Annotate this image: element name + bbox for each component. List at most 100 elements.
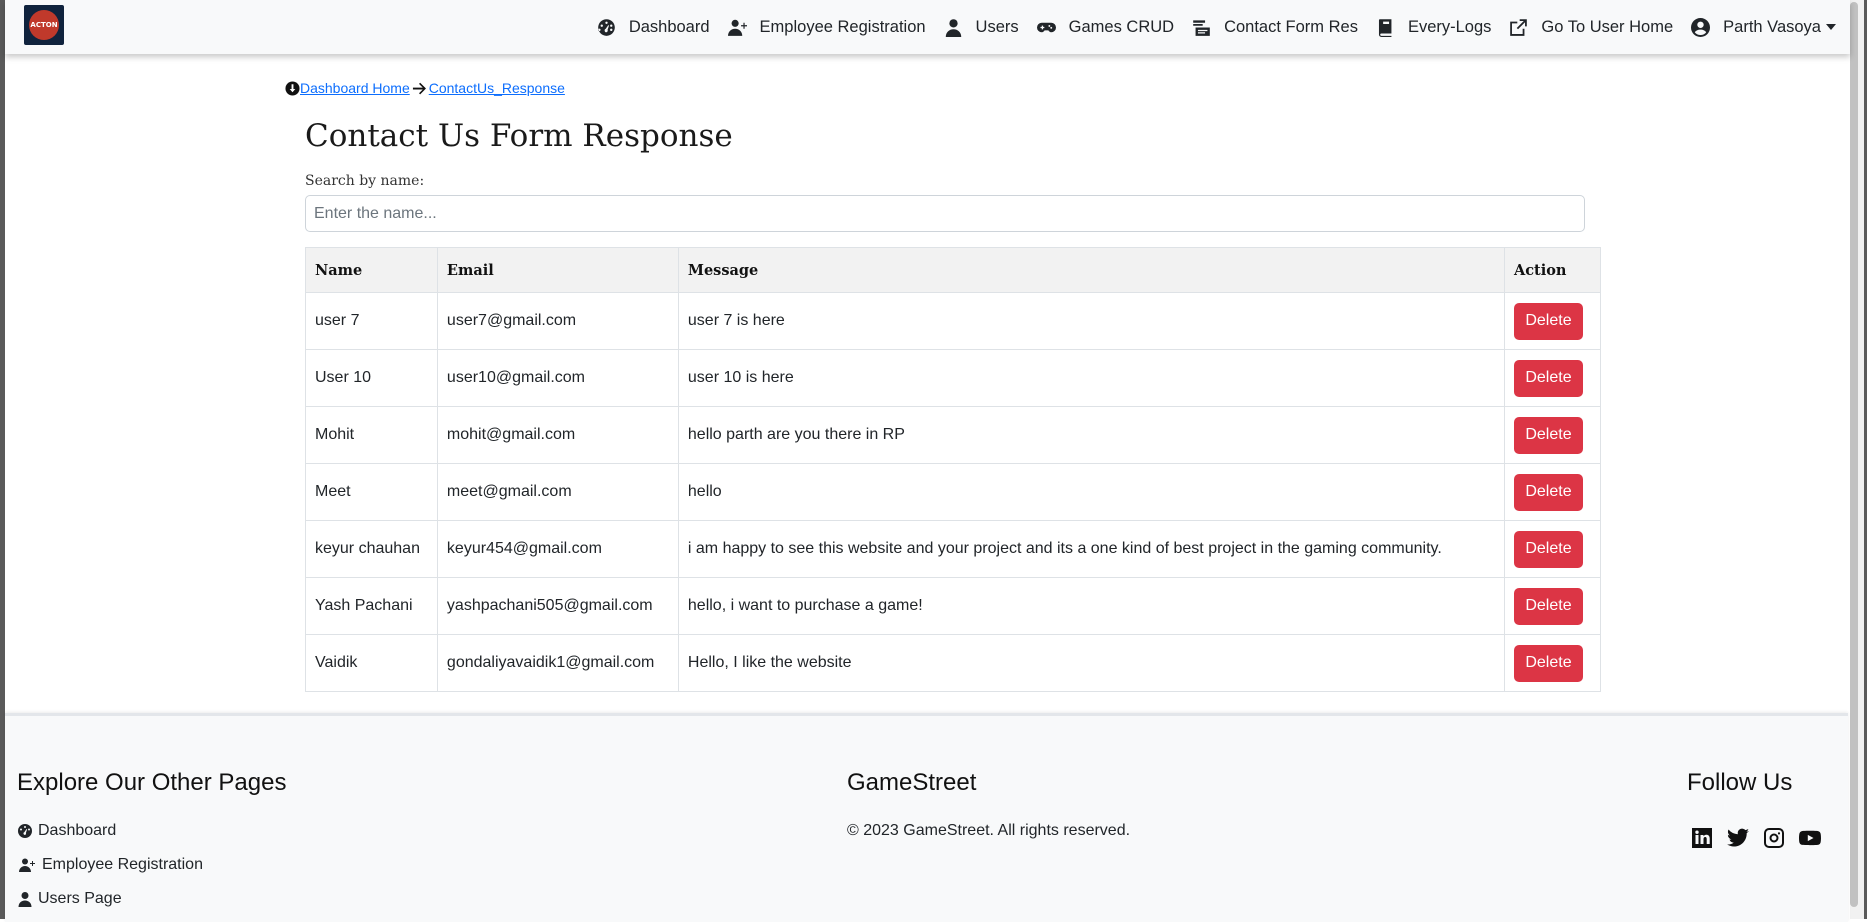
table-row: Yash Pachani yashpachani505@gmail.com he… bbox=[305, 577, 1602, 635]
youtube-icon[interactable] bbox=[1798, 826, 1822, 854]
cell-email: meet@gmail.com bbox=[436, 463, 679, 521]
cell-action: Delete bbox=[1503, 520, 1602, 578]
nav-item-go-to-user-home[interactable]: Go To User Home bbox=[1509, 18, 1673, 37]
cell-email: gondaliyavaidik1@gmail.com bbox=[436, 634, 679, 692]
page-title: Contact Us Form Response bbox=[305, 118, 733, 154]
chevron-down-icon bbox=[1826, 24, 1836, 30]
user-icon bbox=[18, 892, 32, 907]
footer-link-label: Users Page bbox=[38, 890, 122, 907]
cell-message: user 7 is here bbox=[677, 292, 1505, 350]
dashboard-gauge-icon bbox=[598, 18, 615, 36]
footer-link-label: Dashboard bbox=[38, 822, 117, 839]
book-icon bbox=[1378, 18, 1392, 37]
table-row: User 10 user10@gmail.com user 10 is here… bbox=[305, 349, 1602, 407]
cell-name: Yash Pachani bbox=[305, 577, 438, 635]
table-row: Mohit mohit@gmail.com hello parth are yo… bbox=[305, 406, 1602, 464]
scrollbar-thumb[interactable] bbox=[1850, 2, 1858, 907]
breadcrumb: Dashboard Home ContactUs_Response bbox=[285, 80, 565, 96]
nav-item-every-logs[interactable]: Every-Logs bbox=[1376, 18, 1491, 37]
copyright-text: © 2023 GameStreet. All rights reserved. bbox=[847, 822, 1131, 839]
breadcrumb-contactus-response-link[interactable]: ContactUs_Response bbox=[429, 80, 565, 96]
nav-menu: Dashboard Employee Registration Users Ga… bbox=[579, 0, 1836, 54]
user-plus-icon bbox=[19, 858, 35, 872]
cell-name: Meet bbox=[305, 463, 438, 521]
column-header-action: Action bbox=[1503, 247, 1602, 293]
arrow-circle-down-icon bbox=[285, 80, 300, 96]
gamepad-icon bbox=[1036, 22, 1056, 32]
footer-link-dashboard[interactable]: Dashboard bbox=[17, 822, 116, 840]
user-plus-icon bbox=[727, 19, 747, 36]
delete-button[interactable]: Delete bbox=[1513, 644, 1583, 682]
cell-email: user10@gmail.com bbox=[436, 349, 679, 407]
user-circle-icon bbox=[1691, 17, 1711, 37]
cell-email: mohit@gmail.com bbox=[436, 406, 679, 464]
column-header-message: Message bbox=[677, 247, 1505, 293]
cell-email: yashpachani505@gmail.com bbox=[436, 577, 679, 635]
search-input[interactable] bbox=[305, 195, 1585, 232]
arrow-right-icon bbox=[412, 82, 426, 94]
nav-item-profile-dropdown[interactable]: Parth Vasoya bbox=[1691, 17, 1836, 37]
nav-item-employee-registration[interactable]: Employee Registration bbox=[727, 17, 926, 37]
delete-button[interactable]: Delete bbox=[1513, 530, 1583, 568]
footer-link-label: Employee Registration bbox=[42, 856, 203, 873]
table-row: Meet meet@gmail.com hello Delete bbox=[305, 463, 1602, 521]
external-link-icon bbox=[1510, 18, 1528, 36]
footer-follow-title: Follow Us bbox=[1687, 769, 1793, 796]
delete-button[interactable]: Delete bbox=[1513, 587, 1583, 625]
delete-button[interactable]: Delete bbox=[1513, 416, 1583, 454]
twitter-icon[interactable] bbox=[1726, 826, 1750, 854]
nav-item-users[interactable]: Users bbox=[944, 18, 1019, 37]
cell-email: user7@gmail.com bbox=[436, 292, 679, 350]
cell-message: hello parth are you there in RP bbox=[677, 406, 1505, 464]
logo-emblem: ACTON bbox=[29, 10, 59, 40]
footer-explore-title: Explore Our Other Pages bbox=[17, 769, 287, 796]
breadcrumb-dashboard-home-link[interactable]: Dashboard Home bbox=[300, 80, 410, 96]
nav-item-games-crud[interactable]: Games CRUD bbox=[1036, 17, 1175, 37]
footer-link-employee-registration[interactable]: Employee Registration bbox=[17, 856, 203, 874]
nav-item-label: Every-Logs bbox=[1407, 17, 1492, 36]
cell-name: user 7 bbox=[305, 292, 438, 350]
nav-item-label: Parth Vasoya bbox=[1723, 17, 1821, 36]
scrollbar-track[interactable] bbox=[1850, 0, 1864, 919]
contact-card-icon bbox=[1193, 19, 1210, 36]
top-navbar: ACTON Dashboard Employee Registration Us… bbox=[5, 0, 1850, 54]
column-header-name: Name bbox=[305, 247, 438, 293]
search-label: Search by name: bbox=[305, 173, 425, 189]
social-links bbox=[1690, 826, 1834, 854]
nav-item-dashboard[interactable]: Dashboard bbox=[597, 18, 710, 37]
cell-message: i am happy to see this website and your … bbox=[677, 520, 1505, 578]
nav-item-label: Dashboard bbox=[628, 17, 710, 36]
cell-action: Delete bbox=[1503, 577, 1602, 635]
footer-link-users-page[interactable]: Users Page bbox=[17, 890, 122, 908]
column-header-email: Email bbox=[436, 247, 679, 293]
cell-action: Delete bbox=[1503, 349, 1602, 407]
dashboard-gauge-icon bbox=[18, 824, 32, 838]
logo-text: ACTON bbox=[30, 21, 58, 29]
nav-item-contact-form-res[interactable]: Contact Form Res bbox=[1192, 18, 1358, 37]
linkedin-icon[interactable] bbox=[1690, 826, 1714, 854]
delete-button[interactable]: Delete bbox=[1513, 302, 1583, 340]
delete-button[interactable]: Delete bbox=[1513, 359, 1583, 397]
footer-brand-title: GameStreet bbox=[847, 769, 977, 796]
site-footer: Explore Our Other Pages Dashboard Employ… bbox=[5, 713, 1848, 922]
cell-message: hello, i want to purchase a game! bbox=[677, 577, 1505, 635]
table-row: keyur chauhan keyur454@gmail.com i am ha… bbox=[305, 520, 1602, 578]
instagram-icon[interactable] bbox=[1762, 826, 1786, 854]
nav-item-label: Users bbox=[975, 17, 1019, 36]
nav-item-label: Employee Registration bbox=[759, 17, 926, 36]
cell-email: keyur454@gmail.com bbox=[436, 520, 679, 578]
user-icon bbox=[945, 18, 961, 37]
cell-action: Delete bbox=[1503, 463, 1602, 521]
cell-name: Vaidik bbox=[305, 634, 438, 692]
delete-button[interactable]: Delete bbox=[1513, 473, 1583, 511]
table-row: Vaidik gondaliyavaidik1@gmail.com Hello,… bbox=[305, 634, 1602, 692]
cell-message: hello bbox=[677, 463, 1505, 521]
table-header-row: Name Email Message Action bbox=[305, 247, 1602, 293]
cell-action: Delete bbox=[1503, 292, 1602, 350]
site-logo[interactable]: ACTON bbox=[24, 5, 64, 45]
cell-message: user 10 is here bbox=[677, 349, 1505, 407]
cell-action: Delete bbox=[1503, 406, 1602, 464]
cell-action: Delete bbox=[1503, 634, 1602, 692]
nav-item-label: Go To User Home bbox=[1541, 17, 1674, 36]
nav-item-label: Games CRUD bbox=[1068, 17, 1175, 36]
